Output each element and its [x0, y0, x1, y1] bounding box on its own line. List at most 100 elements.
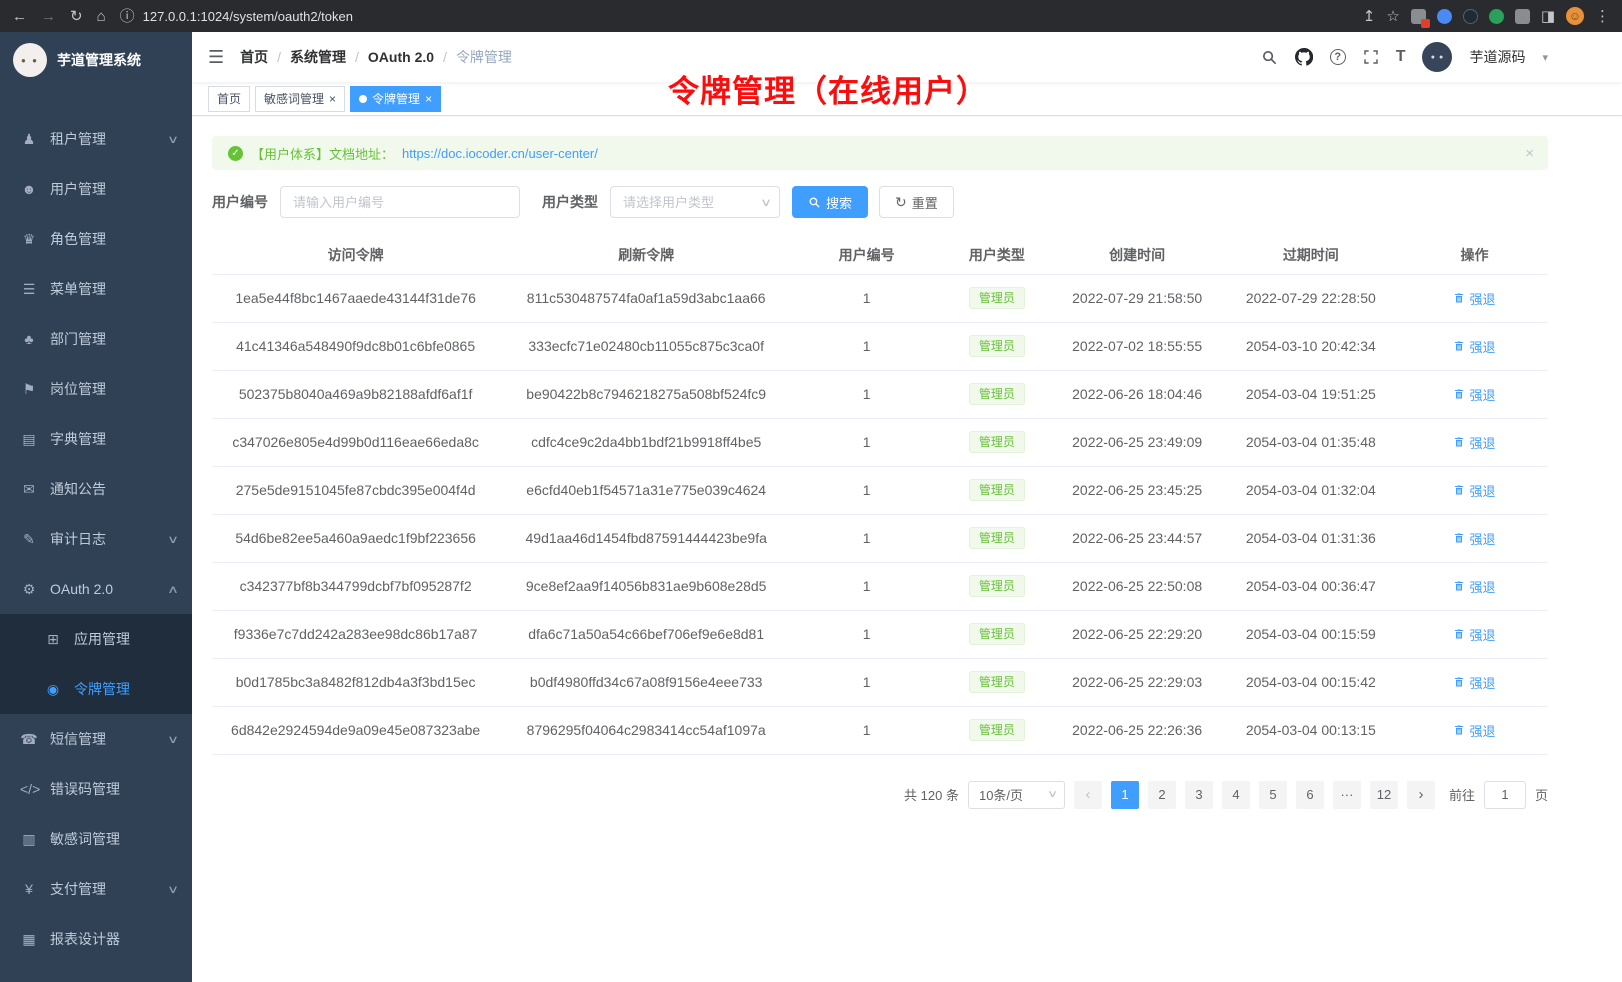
extension-icon[interactable] — [1463, 9, 1478, 24]
total-count: 共 120 条 — [904, 785, 959, 804]
force-logout-button[interactable]: 强退 — [1453, 289, 1495, 308]
sidebar-item-notice[interactable]: ✉ 通知公告 — [0, 464, 192, 514]
page-button[interactable]: 2 — [1148, 781, 1176, 809]
sidebar-item-audit-log[interactable]: ✎ 审计日志 ∨ — [0, 514, 192, 564]
github-icon[interactable] — [1295, 48, 1313, 66]
user-type-badge: 管理员 — [969, 527, 1025, 549]
site-info-icon[interactable]: ⓘ — [120, 9, 135, 24]
chevron-down-icon: ∨ — [167, 533, 179, 546]
user-type-label: 用户类型 — [542, 192, 598, 212]
force-logout-button[interactable]: 强退 — [1453, 625, 1495, 644]
app-logo-bar[interactable]: ● ● 芋道管理系统 — [0, 32, 192, 88]
browser-forward-icon[interactable]: → — [41, 9, 56, 24]
sidebar-item-oauth[interactable]: ⚙ OAuth 2.0 ∧ — [0, 564, 192, 614]
page-button[interactable]: 3 — [1185, 781, 1213, 809]
sidebar-item-tenant[interactable]: ♟ 租户管理 ∨ — [0, 114, 192, 164]
force-logout-button[interactable]: 强退 — [1453, 673, 1495, 692]
trash-icon — [1453, 676, 1465, 688]
avatar[interactable]: ● ● — [1422, 42, 1452, 72]
page-button[interactable]: 1 — [1111, 781, 1139, 809]
side-panel-icon[interactable]: ◨ — [1541, 9, 1555, 24]
doc-link[interactable]: https://doc.iocoder.cn/user-center/ — [402, 146, 598, 161]
address-bar[interactable]: ⓘ 127.0.0.1:1024/system/oauth2/token — [120, 9, 1349, 24]
browser-back-icon[interactable]: ← — [12, 9, 27, 24]
user-id-input[interactable] — [280, 186, 520, 218]
extension-icon[interactable] — [1411, 9, 1426, 24]
sidebar-item-report-designer[interactable]: ▦ 报表设计器 — [0, 914, 192, 964]
user-type-badge: 管理员 — [969, 431, 1025, 453]
bookmark-star-icon[interactable]: ☆ — [1386, 9, 1399, 24]
prev-page-button[interactable]: ‹ — [1074, 781, 1102, 809]
sidebar-item-sms[interactable]: ☎ 短信管理 ∨ — [0, 714, 192, 764]
force-logout-button[interactable]: 强退 — [1453, 337, 1495, 356]
sidebar-item-sensitive-word[interactable]: ▥ 敏感词管理 — [0, 814, 192, 864]
user-name[interactable]: 芋道源码 — [1469, 47, 1525, 67]
doc-alert: ✓ 【用户体系】文档地址： https://doc.iocoder.cn/use… — [212, 136, 1548, 170]
force-logout-button[interactable]: 强退 — [1453, 433, 1495, 452]
sidebar-item-user[interactable]: ☻ 用户管理 — [0, 164, 192, 214]
breadcrumb-home[interactable]: 首页 — [240, 47, 268, 67]
next-page-button[interactable]: › — [1407, 781, 1435, 809]
sidebar-item-menu[interactable]: ☰ 菜单管理 — [0, 264, 192, 314]
help-icon[interactable]: ? — [1330, 49, 1346, 65]
page-size-select[interactable]: 10条/页 ∨ — [968, 781, 1065, 809]
extension-icon[interactable] — [1489, 9, 1504, 24]
sidebar-item-token[interactable]: ◉ 令牌管理 — [0, 664, 192, 714]
tab-home[interactable]: 首页 — [208, 86, 250, 112]
active-tab-dot — [359, 95, 367, 103]
breadcrumb-oauth[interactable]: OAuth 2.0 — [368, 49, 434, 65]
fullscreen-icon[interactable] — [1363, 49, 1379, 65]
force-logout-button[interactable]: 强退 — [1453, 529, 1495, 548]
sidebar-item-role[interactable]: ♛ 角色管理 — [0, 214, 192, 264]
sidebar-menu: ♟ 租户管理 ∨ ☻ 用户管理 ♛ 角色管理 ☰ 菜单管理 ♣ 部门管理 ⚑ 岗… — [0, 88, 192, 964]
sidebar-item-error-code[interactable]: </> 错误码管理 — [0, 764, 192, 814]
user-type-badge: 管理员 — [969, 719, 1025, 741]
user-type-select[interactable]: ∨ — [610, 186, 780, 218]
tab-sensitive-word[interactable]: 敏感词管理 × — [255, 86, 345, 112]
reset-button[interactable]: ↻ 重置 — [879, 186, 954, 218]
close-icon[interactable]: × — [425, 93, 432, 105]
sidebar-item-post[interactable]: ⚑ 岗位管理 — [0, 364, 192, 414]
tab-token[interactable]: 令牌管理 × — [350, 86, 441, 112]
search-icon[interactable] — [1261, 49, 1278, 66]
sidebar-toggle-icon[interactable]: ☰ — [208, 47, 224, 68]
search-button[interactable]: 搜索 — [792, 186, 868, 218]
font-size-icon[interactable]: T — [1396, 48, 1406, 66]
page-ellipsis[interactable]: ··· — [1333, 781, 1361, 809]
application-icon: ⊞ — [44, 631, 62, 648]
page-button[interactable]: 5 — [1259, 781, 1287, 809]
force-logout-button[interactable]: 强退 — [1453, 577, 1495, 596]
token-table: 访问令牌 刷新令牌 用户编号 用户类型 创建时间 过期时间 操作 1ea5e44… — [212, 236, 1548, 755]
user-type-badge: 管理员 — [969, 575, 1025, 597]
page-button[interactable]: 4 — [1222, 781, 1250, 809]
trash-icon — [1453, 436, 1465, 448]
page-button[interactable]: 12 — [1370, 781, 1398, 809]
browser-home-icon[interactable]: ⌂ — [97, 9, 106, 24]
goto-suffix: 页 — [1535, 785, 1548, 804]
force-logout-button[interactable]: 强退 — [1453, 385, 1495, 404]
browser-profile-avatar[interactable]: ☺ — [1566, 7, 1584, 25]
alert-close-icon[interactable]: × — [1525, 145, 1534, 162]
share-icon[interactable]: ↥ — [1363, 9, 1376, 24]
sidebar-item-dict[interactable]: ▤ 字典管理 — [0, 414, 192, 464]
payment-icon: ¥ — [20, 881, 38, 897]
page-button[interactable]: 6 — [1296, 781, 1324, 809]
user-icon: ☻ — [20, 181, 38, 197]
search-form: 用户编号 用户类型 ∨ 搜索 ↻ 重置 — [212, 186, 1548, 218]
dictionary-icon: ▤ — [20, 431, 38, 448]
browser-reload-icon[interactable]: ↻ — [70, 9, 83, 24]
breadcrumb-system[interactable]: 系统管理 — [290, 47, 346, 67]
sidebar-item-payment[interactable]: ¥ 支付管理 ∨ — [0, 864, 192, 914]
force-logout-button[interactable]: 强退 — [1453, 481, 1495, 500]
extensions-puzzle-icon[interactable] — [1515, 9, 1530, 24]
extension-icon[interactable] — [1437, 9, 1452, 24]
sidebar-item-application[interactable]: ⊞ 应用管理 — [0, 614, 192, 664]
sidebar-item-dept[interactable]: ♣ 部门管理 — [0, 314, 192, 364]
force-logout-button[interactable]: 强退 — [1453, 721, 1495, 740]
trash-icon — [1453, 628, 1465, 640]
page-content: ✓ 【用户体系】文档地址： https://doc.iocoder.cn/use… — [192, 116, 1622, 809]
goto-page-input[interactable] — [1484, 781, 1526, 809]
browser-menu-icon[interactable]: ⋮ — [1595, 9, 1610, 24]
close-icon[interactable]: × — [329, 93, 336, 105]
column-expire-time: 过期时间 — [1221, 236, 1401, 274]
